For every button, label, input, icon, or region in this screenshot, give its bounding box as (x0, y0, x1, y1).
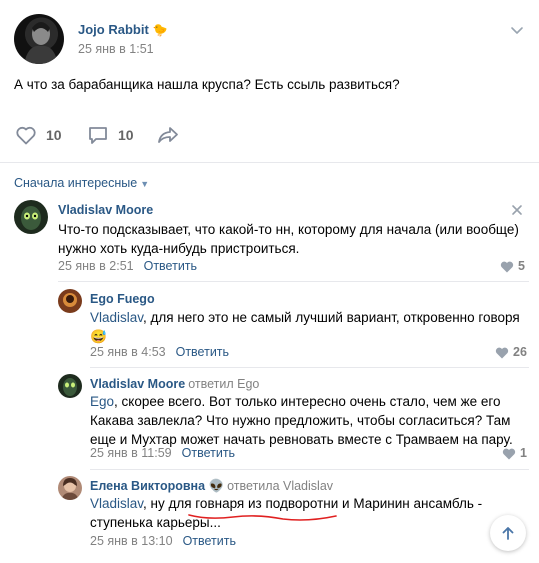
share-icon (158, 127, 178, 143)
commenter-name[interactable]: Елена Викторовна (90, 479, 205, 493)
reply-to-label[interactable]: ответила Vladislav (227, 479, 333, 493)
arrow-up-icon (502, 527, 514, 540)
comments-sort-label[interactable]: Сначала интересные (14, 176, 137, 190)
comment-reply-item: Vladislav Moore ответил Ego Ego, скорее в… (58, 374, 529, 464)
comment-reply-item: Елена Викторовна 👽 ответила Vladislav Vla… (58, 476, 488, 556)
commenter-avatar[interactable] (14, 200, 48, 234)
author-avatar[interactable] (14, 14, 64, 64)
commenter-name-line: Елена Викторовна 👽 ответила Vladislav (90, 479, 333, 494)
like-button[interactable]: 10 (14, 122, 62, 148)
sweat-smile-emoji-icon: 😅 (90, 329, 107, 344)
comment-meta: 25 янв в 13:10 Ответить (90, 534, 236, 548)
comments-sort-dropdown[interactable]: Сначала интересные ▼ (14, 176, 149, 190)
comment-like-count: 5 (518, 259, 525, 273)
chevron-down-icon[interactable] (509, 22, 525, 38)
comment-button[interactable]: 10 (86, 122, 134, 148)
comment-meta: 25 янв в 4:53 Ответить (90, 345, 229, 359)
comment-divider (58, 281, 529, 282)
alien-emoji-icon: 👽 (208, 479, 225, 493)
comment-meta: 25 янв в 2:51 Ответить (58, 259, 197, 273)
comment-count: 10 (118, 127, 134, 143)
post-date[interactable]: 25 янв в 1:51 (78, 42, 154, 56)
spellcheck-underline (188, 514, 337, 521)
commenter-name[interactable]: Vladislav Moore (90, 377, 185, 391)
heart-icon (500, 261, 514, 272)
comment-reply-item: Ego Fuego Vladislav, для него это не сам… (58, 289, 529, 364)
comment-date[interactable]: 25 янв в 2:51 (58, 259, 134, 273)
chick-emoji-icon: 🐤 (152, 23, 168, 37)
post-author-label[interactable]: Jojo Rabbit (78, 22, 149, 37)
comment-text: Ego, скорее всего. Вот только интересно … (90, 392, 520, 449)
comment-text: Что-то подсказывает, что какой-то нн, ко… (58, 222, 519, 256)
mention-link[interactable]: Vladislav (90, 310, 143, 325)
comment-date[interactable]: 25 янв в 13:10 (90, 534, 173, 548)
commenter-avatar[interactable] (58, 374, 82, 398)
post-actions: 10 10 (14, 122, 214, 148)
reply-button[interactable]: Ответить (182, 446, 235, 460)
share-button[interactable] (156, 122, 180, 148)
comment-body: , скорее всего. Вот только интересно оче… (90, 394, 513, 447)
heart-icon (495, 347, 509, 358)
comment-item: Vladislav Moore Что-то подсказывает, что… (14, 200, 529, 280)
comment-body: , для него это не самый лучший вариант, … (143, 310, 520, 325)
commenter-avatar[interactable] (58, 289, 82, 313)
comment-date[interactable]: 25 янв в 4:53 (90, 345, 166, 359)
comment-like-button[interactable]: 26 (495, 345, 527, 359)
reply-button[interactable]: Ответить (176, 345, 229, 359)
comment-divider (90, 469, 529, 470)
post-text: А что за барабанщика нашла круспа? Есть … (14, 77, 400, 92)
commenter-avatar[interactable] (58, 476, 82, 500)
chevron-down-icon: ▼ (140, 179, 150, 189)
close-icon[interactable] (511, 204, 523, 216)
like-count: 10 (46, 127, 62, 143)
divider (0, 162, 539, 163)
reply-to-label[interactable]: ответил Ego (188, 377, 259, 391)
heart-icon (16, 126, 36, 145)
comment-date[interactable]: 25 янв в 11:59 (90, 446, 172, 460)
mention-link[interactable]: Vladislav (90, 496, 143, 511)
commenter-name[interactable]: Vladislav Moore (58, 203, 153, 217)
reply-button[interactable]: Ответить (183, 534, 236, 548)
scroll-to-top-button[interactable] (490, 515, 526, 551)
post-author-name[interactable]: Jojo Rabbit 🐤 (78, 22, 168, 37)
comment-icon (89, 127, 107, 144)
comment-like-button[interactable]: 5 (500, 259, 525, 273)
reply-button[interactable]: Ответить (144, 259, 197, 273)
comment-like-count: 1 (520, 446, 527, 460)
commenter-name-line: Vladislav Moore ответил Ego (90, 377, 259, 391)
comment-like-count: 26 (513, 345, 527, 359)
comment-like-button[interactable]: 1 (502, 446, 527, 460)
commenter-name[interactable]: Ego Fuego (90, 292, 155, 306)
comment-text: Vladislav, для него это не самый лучший … (90, 308, 525, 346)
mention-link[interactable]: Ego (90, 394, 114, 409)
heart-icon (502, 448, 516, 459)
comment-divider (90, 367, 529, 368)
post-header: Jojo Rabbit 🐤 25 янв в 1:51 (14, 14, 529, 64)
comment-meta: 25 янв в 11:59 Ответить (90, 446, 235, 460)
